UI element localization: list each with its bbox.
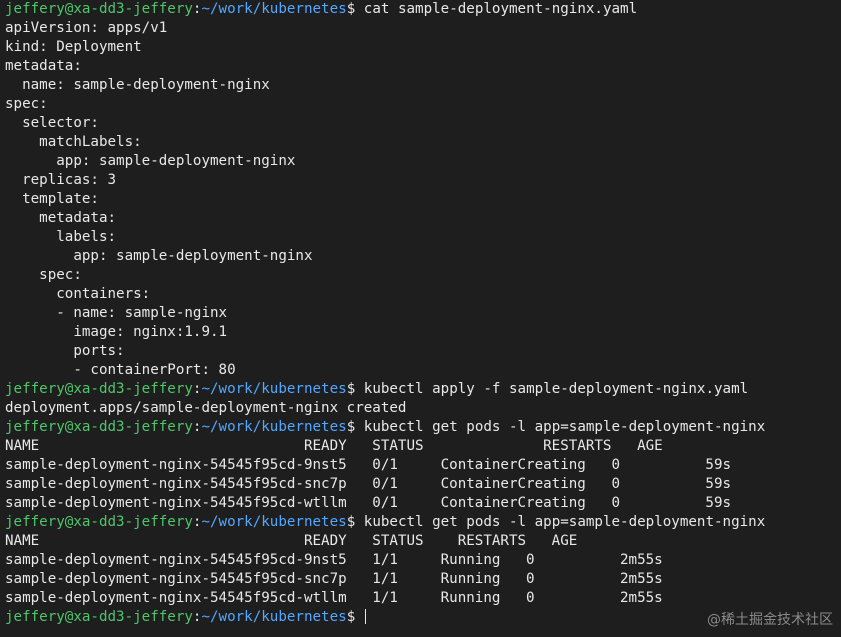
prompt-user-host: jeffery@xa-dd3-jeffery bbox=[5, 609, 193, 625]
prompt-line: jeffery@xa-dd3-jeffery:~/work/kubernetes… bbox=[5, 513, 841, 532]
prompt-user-host: jeffery@xa-dd3-jeffery bbox=[5, 419, 193, 435]
prompt-line: jeffery@xa-dd3-jeffery:~/work/kubernetes… bbox=[5, 418, 841, 437]
prompt-symbol: $ bbox=[346, 1, 364, 17]
output-line: kind: Deployment bbox=[5, 39, 142, 55]
prompt-symbol: $ bbox=[346, 514, 364, 530]
prompt-path: ~/work/kubernetes bbox=[201, 609, 347, 625]
output-line: ports: bbox=[5, 343, 125, 359]
command-text: kubectl get pods -l app=sample-deploymen… bbox=[363, 419, 766, 435]
output-line: app: sample-deployment-nginx bbox=[5, 248, 313, 264]
output-line: metadata: bbox=[5, 58, 82, 74]
command-text: kubectl get pods -l app=sample-deploymen… bbox=[363, 514, 766, 530]
output-line: containers: bbox=[5, 286, 151, 302]
output-line: name: sample-deployment-nginx bbox=[5, 77, 270, 93]
prompt-symbol: $ bbox=[346, 381, 364, 397]
prompt-user-host: jeffery@xa-dd3-jeffery bbox=[5, 1, 193, 17]
output-line: matchLabels: bbox=[5, 134, 142, 150]
output-line: sample-deployment-nginx-54545f95cd-snc7p… bbox=[5, 571, 663, 587]
prompt-symbol: $ bbox=[346, 609, 364, 625]
output-line: metadata: bbox=[5, 210, 117, 226]
output-line: sample-deployment-nginx-54545f95cd-wtllm… bbox=[5, 495, 732, 511]
prompt-user-host: jeffery@xa-dd3-jeffery bbox=[5, 381, 193, 397]
prompt-symbol: $ bbox=[346, 419, 364, 435]
output-line: sample-deployment-nginx-54545f95cd-snc7p… bbox=[5, 476, 732, 492]
output-line: image: nginx:1.9.1 bbox=[5, 324, 228, 340]
output-line: sample-deployment-nginx-54545f95cd-wtllm… bbox=[5, 590, 663, 606]
terminal-output[interactable]: jeffery@xa-dd3-jeffery:~/work/kubernetes… bbox=[5, 0, 841, 637]
output-line: - containerPort: 80 bbox=[5, 362, 236, 378]
output-line: NAME READY STATUS RESTARTS AGE bbox=[5, 438, 663, 454]
output-line: labels: bbox=[5, 229, 117, 245]
prompt-line: jeffery@xa-dd3-jeffery:~/work/kubernetes… bbox=[5, 380, 841, 399]
prompt-path: ~/work/kubernetes bbox=[201, 1, 347, 17]
command-text: cat sample-deployment-nginx.yaml bbox=[363, 1, 638, 17]
output-line: spec: bbox=[5, 96, 48, 112]
output-line: - name: sample-nginx bbox=[5, 305, 228, 321]
output-line: replicas: 3 bbox=[5, 172, 117, 188]
prompt-line: jeffery@xa-dd3-jeffery:~/work/kubernetes… bbox=[5, 0, 841, 19]
output-line: template: bbox=[5, 191, 99, 207]
output-line: NAME READY STATUS RESTARTS AGE bbox=[5, 533, 578, 549]
output-line: spec: bbox=[5, 267, 82, 283]
prompt-user-host: jeffery@xa-dd3-jeffery bbox=[5, 514, 193, 530]
prompt-path: ~/work/kubernetes bbox=[201, 514, 347, 530]
output-line: deployment.apps/sample-deployment-nginx … bbox=[5, 400, 407, 416]
command-text: kubectl apply -f sample-deployment-nginx… bbox=[363, 381, 749, 397]
output-line: sample-deployment-nginx-54545f95cd-9nst5… bbox=[5, 457, 732, 473]
prompt-path: ~/work/kubernetes bbox=[201, 381, 347, 397]
output-line: app: sample-deployment-nginx bbox=[5, 153, 296, 169]
prompt-path: ~/work/kubernetes bbox=[201, 419, 347, 435]
watermark: @稀土掘金技术社区 bbox=[707, 612, 833, 628]
output-line: sample-deployment-nginx-54545f95cd-9nst5… bbox=[5, 552, 663, 568]
output-line: apiVersion: apps/v1 bbox=[5, 20, 168, 36]
text-cursor[interactable] bbox=[364, 609, 366, 624]
output-line: selector: bbox=[5, 115, 99, 131]
